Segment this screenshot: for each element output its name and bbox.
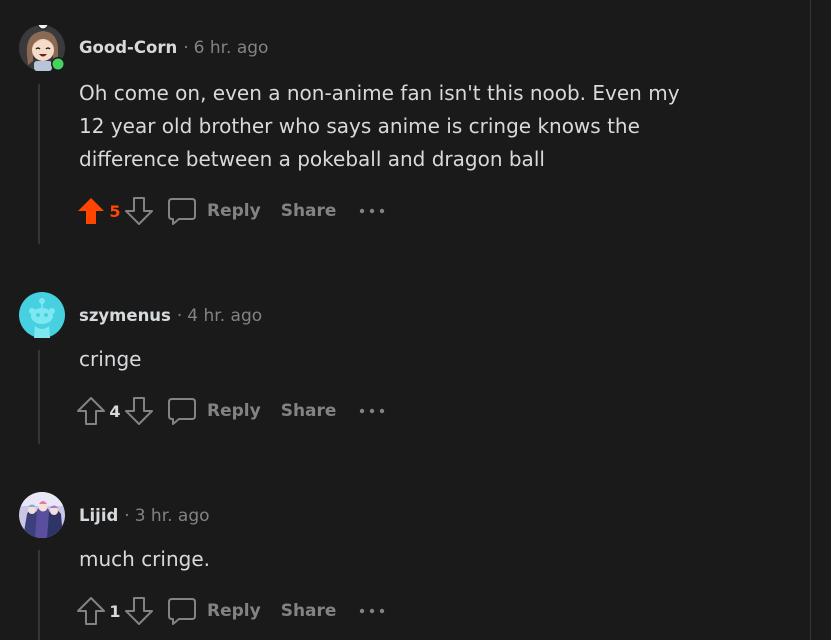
username[interactable]: Lijid xyxy=(79,506,118,525)
separator: · xyxy=(124,506,130,526)
share-button[interactable]: Share xyxy=(281,601,337,621)
upvote-button[interactable] xyxy=(75,595,107,627)
upvote-arrow-icon xyxy=(77,597,105,625)
comment-body: much cringe. xyxy=(79,543,739,576)
more-options-button[interactable] xyxy=(358,601,386,621)
downvote-arrow-icon xyxy=(125,597,153,625)
avatar[interactable] xyxy=(19,492,65,538)
ellipsis-icon xyxy=(360,608,385,614)
chat-bubble-icon xyxy=(168,598,196,625)
vote-score: 1 xyxy=(109,601,121,621)
reply-button[interactable]: Reply xyxy=(207,601,261,621)
comment-text-line: much cringe. xyxy=(79,547,210,571)
comment-actions: 1 Reply Share xyxy=(75,593,386,629)
anime-art-avatar xyxy=(19,492,65,538)
timestamp[interactable]: 3 hr. ago xyxy=(135,506,210,526)
comment-thread: Good-Corn · 6 hr. ago Oh come on, even a n… xyxy=(0,0,831,640)
reply-icon-button[interactable] xyxy=(165,594,199,628)
comment-header: Lijid · 3 hr. ago xyxy=(79,505,210,527)
comment: Lijid · 3 hr. ago much cringe. 1 Reply S… xyxy=(0,0,800,640)
thread-line[interactable] xyxy=(38,550,40,640)
divider xyxy=(810,0,811,640)
downvote-button[interactable] xyxy=(123,595,155,627)
